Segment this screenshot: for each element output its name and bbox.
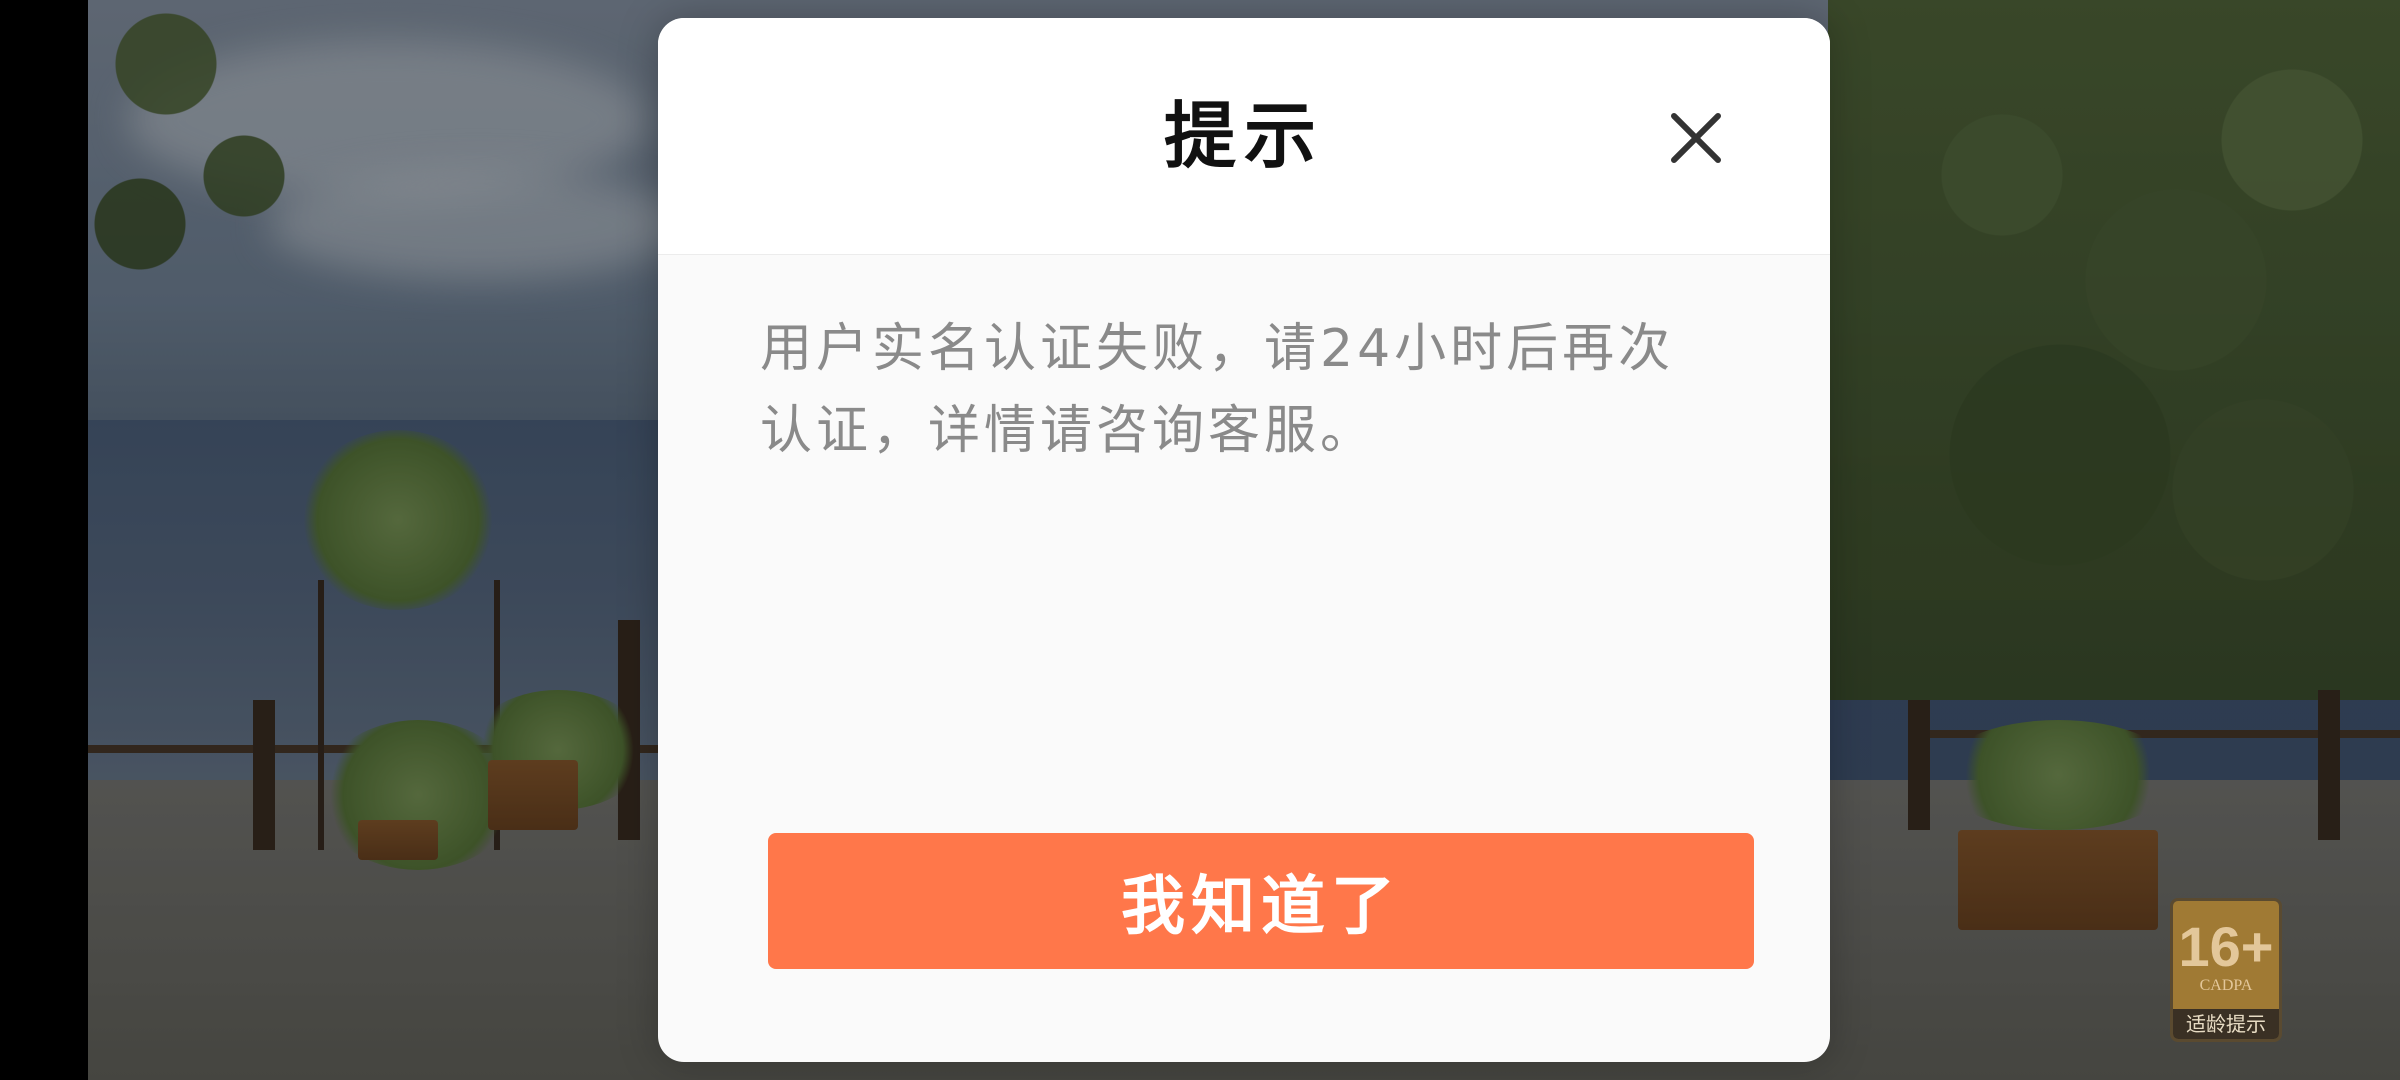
age-rating-note: 适龄提示 [2173, 1009, 2279, 1039]
age-rating-org: CADPA [2199, 977, 2253, 994]
dialog-message: 用户实名认证失败，请24小时后再次认证，详情请咨询客服。 [760, 319, 1675, 461]
close-icon [1671, 113, 1721, 163]
notice-dialog: 提示 用户实名认证失败，请24小时后再次认证，详情请咨询客服。 我知道了 [658, 18, 1830, 1062]
game-screen: 16+ CADPA 适龄提示 提示 用户实名认证失败，请24小时后再次认证，详情… [0, 0, 2400, 1080]
age-rating-badge: 16+ CADPA 适龄提示 [2170, 898, 2282, 1042]
dialog-header: 提示 [658, 18, 1830, 255]
dialog-title: 提示 [1163, 94, 1324, 178]
age-rating-number: 16+ [2178, 915, 2274, 978]
close-button[interactable] [1666, 108, 1726, 168]
confirm-button[interactable]: 我知道了 [768, 833, 1754, 969]
letterbox-left [0, 0, 88, 1080]
